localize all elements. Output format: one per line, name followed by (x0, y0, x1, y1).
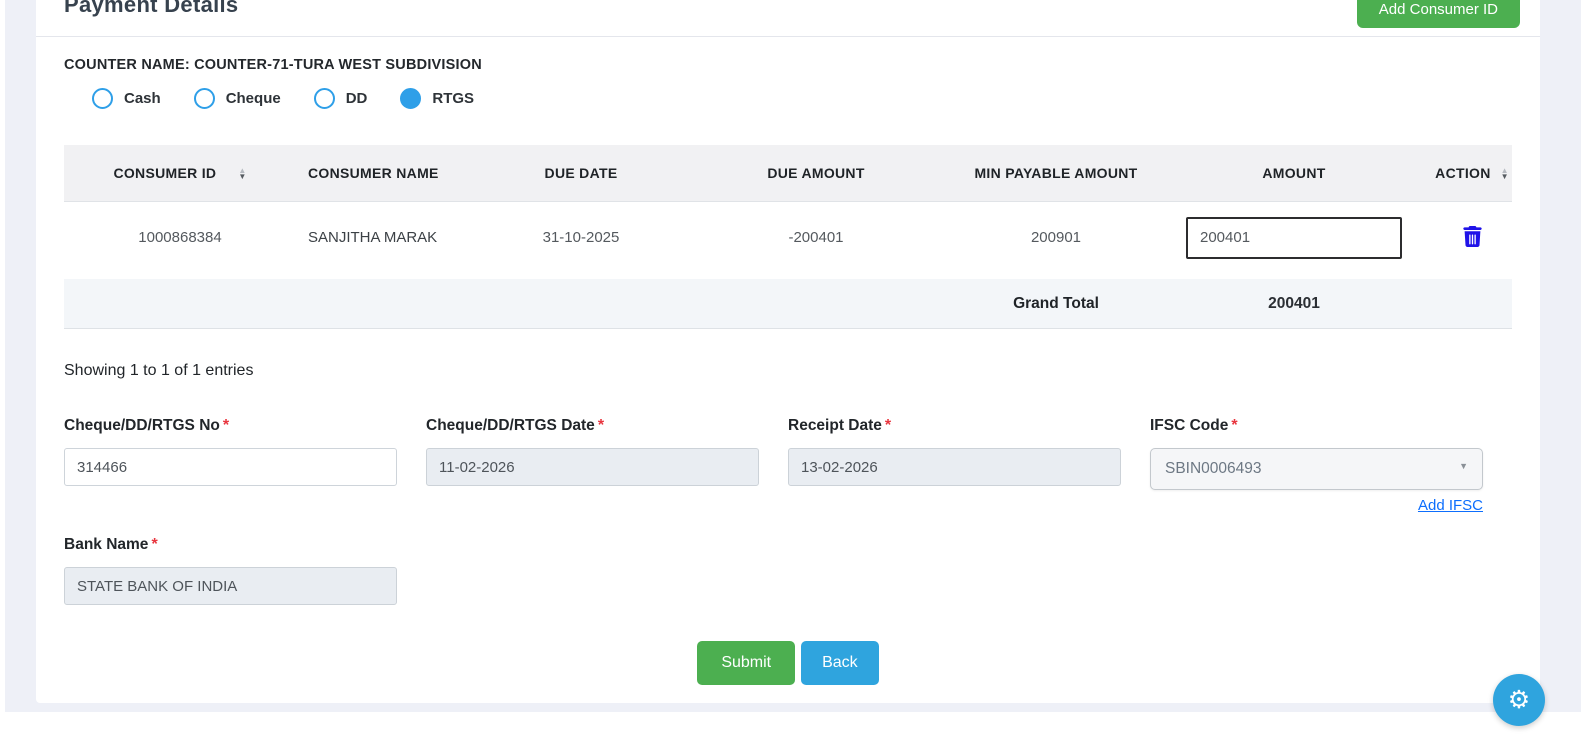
payment-form: Cheque/DD/RTGS No* Cheque/DD/RTGS Date* … (64, 417, 1512, 515)
required-asterisk: * (223, 417, 229, 434)
radio-icon (314, 88, 335, 109)
add-consumer-id-button[interactable]: Add Consumer ID (1357, 0, 1520, 28)
field-receipt-date: Receipt Date* (788, 417, 1121, 515)
field-bank-name: Bank Name* (64, 536, 397, 605)
radio-icon (400, 88, 421, 109)
bank-name-input (64, 567, 397, 605)
field-cheque-no: Cheque/DD/RTGS No* (64, 417, 397, 515)
required-asterisk: * (151, 536, 157, 553)
required-asterisk: * (598, 417, 604, 434)
caret-down-icon: ▼ (1459, 461, 1468, 471)
cell-consumer-id: 1000868384 (64, 201, 296, 274)
cheque-date-input[interactable] (426, 448, 759, 486)
counter-name-value: COUNTER-71-TURA WEST SUBDIVISION (194, 57, 482, 73)
form-actions: Submit Back (64, 641, 1512, 685)
cell-amount (1156, 201, 1432, 274)
column-header-due-date: DUE DATE (486, 145, 676, 201)
add-ifsc-wrap: Add IFSC (1150, 497, 1483, 515)
table-entries-summary: Showing 1 to 1 of 1 entries (64, 362, 1512, 380)
amount-input[interactable] (1186, 217, 1402, 259)
receipt-date-input[interactable] (788, 448, 1121, 486)
radio-label: Cash (124, 90, 161, 107)
payment-mode-radio-cheque[interactable]: Cheque (194, 88, 281, 109)
column-header-amount: AMOUNT (1156, 145, 1432, 201)
sort-icon[interactable]: ▲▼ (238, 168, 246, 180)
payment-details-card: Payment Details Add Consumer ID COUNTER … (36, 0, 1540, 703)
cell-consumer-name: SANJITHA MARAK (296, 201, 486, 274)
field-label: Cheque/DD/RTGS Date (426, 417, 595, 434)
counter-name-line: COUNTER NAME: COUNTER-71-TURA WEST SUBDI… (64, 57, 1512, 73)
table-row: 1000868384 SANJITHA MARAK 31-10-2025 -20… (64, 201, 1512, 274)
column-header-consumer-name: CONSUMER NAME (296, 145, 486, 201)
trash-icon (1463, 226, 1482, 247)
radio-label: Cheque (226, 90, 281, 107)
ifsc-code-select[interactable]: SBIN0006493 ▼ (1150, 448, 1483, 490)
cell-action (1432, 201, 1512, 274)
column-header-consumer-id[interactable]: CONSUMER ID▲▼ (64, 145, 296, 201)
grand-total-value: 200401 (1156, 295, 1432, 313)
add-ifsc-link[interactable]: Add IFSC (1418, 497, 1483, 514)
payment-mode-radio-rtgs[interactable]: RTGS (400, 88, 474, 109)
cell-min-payable-amount: 200901 (956, 201, 1156, 274)
field-ifsc-code: IFSC Code* SBIN0006493 ▼ Add IFSC (1150, 417, 1483, 515)
required-asterisk: * (1231, 417, 1237, 434)
radio-icon (92, 88, 113, 109)
grand-total-row: Grand Total 200401 (64, 279, 1512, 329)
payment-mode-radio-cash[interactable]: Cash (92, 88, 161, 109)
counter-name-label: COUNTER NAME: (64, 57, 190, 73)
column-header-action[interactable]: ACTION▲▼ (1432, 145, 1512, 201)
cheque-no-input[interactable] (64, 448, 397, 486)
radio-icon (194, 88, 215, 109)
field-label: IFSC Code (1150, 417, 1228, 434)
radio-label: RTGS (432, 90, 474, 107)
field-label: Receipt Date (788, 417, 882, 434)
field-label: Bank Name (64, 536, 148, 553)
required-asterisk: * (885, 417, 891, 434)
page-title: Payment Details (64, 0, 238, 20)
card-header: Payment Details Add Consumer ID (36, 0, 1540, 37)
delete-row-button[interactable] (1461, 224, 1484, 252)
back-button[interactable]: Back (801, 641, 879, 685)
ifsc-code-selected-value: SBIN0006493 (1165, 460, 1262, 478)
field-label: Cheque/DD/RTGS No (64, 417, 220, 434)
radio-label: DD (346, 90, 368, 107)
field-cheque-date: Cheque/DD/RTGS Date* (426, 417, 759, 515)
gear-icon: ⚙ (1508, 688, 1530, 713)
cell-due-amount: -200401 (676, 201, 956, 274)
cell-due-date: 31-10-2025 (486, 201, 676, 274)
payment-mode-radio-dd[interactable]: DD (314, 88, 368, 109)
column-header-min-payable-amount: MIN PAYABLE AMOUNT (956, 145, 1156, 201)
sort-icon[interactable]: ▲▼ (1501, 168, 1509, 180)
submit-button[interactable]: Submit (697, 641, 795, 685)
table-header-row: CONSUMER ID▲▼ CONSUMER NAME DUE DATE DUE… (64, 145, 1512, 201)
card-body: COUNTER NAME: COUNTER-71-TURA WEST SUBDI… (36, 57, 1540, 685)
settings-fab-button[interactable]: ⚙ (1493, 674, 1545, 726)
column-header-due-amount: DUE AMOUNT (676, 145, 956, 201)
payment-table: CONSUMER ID▲▼ CONSUMER NAME DUE DATE DUE… (64, 145, 1512, 274)
grand-total-label: Grand Total (956, 295, 1156, 313)
payment-mode-group: Cash Cheque DD RTGS (92, 88, 1512, 109)
